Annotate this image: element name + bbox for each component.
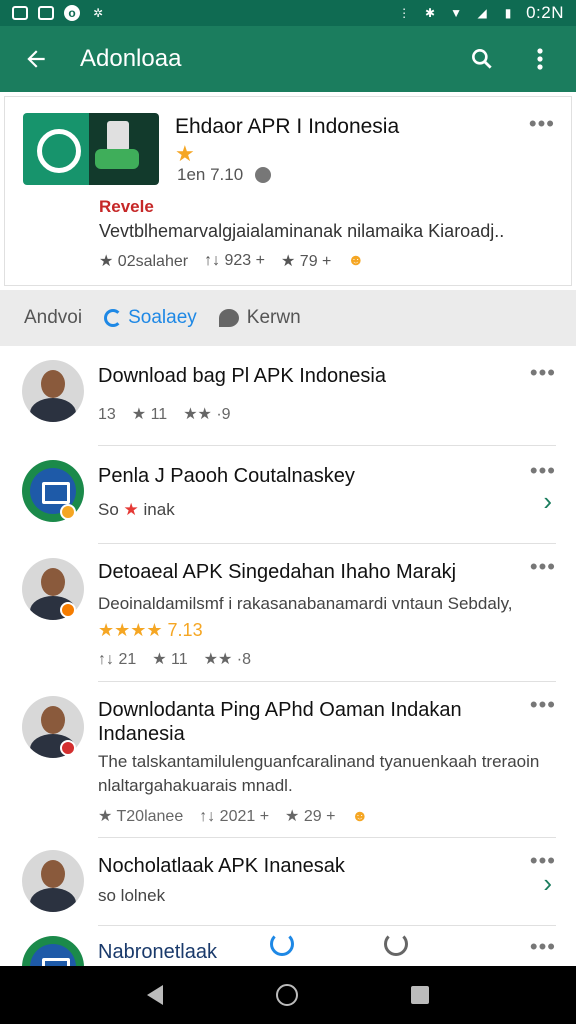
avatar [22, 850, 84, 912]
featured-tag: Revele [99, 197, 154, 216]
more-options-icon[interactable]: ••• [529, 111, 555, 137]
app-list: Download bag Pl APK Indonesia 13 ★ 11 ★★… [4, 346, 572, 998]
stat-downloads: ↑↓ 923 + [204, 252, 265, 269]
item-meta-b: ★ 11 [131, 406, 168, 423]
clock-icon[interactable] [384, 932, 408, 956]
item-title: Penla J Paooh Coutalnaskey [98, 465, 355, 487]
item-meta-c: ★★ ·9 [183, 406, 231, 423]
item-title: Downlodanta Ping APhd Oaman Indakan Inda… [98, 699, 462, 745]
featured-description: Vevtblhemarvalgjaialaminanak nilamaika K… [99, 221, 505, 241]
mail-icon [38, 6, 54, 20]
item-subtitle: so lolnek [98, 886, 166, 905]
refresh-icon [104, 309, 123, 327]
image-icon [12, 6, 28, 20]
filter-selected[interactable]: Soalaey [104, 307, 197, 329]
chevron-right-icon[interactable]: › [543, 868, 552, 899]
filter-android[interactable]: Andvoi [24, 307, 82, 329]
item-meta: ★ T20lanee ↑↓ 2021 + ★ 29 + ☻ [98, 806, 556, 828]
chat-icon [218, 309, 239, 327]
signal-icon: ⋮ [398, 6, 411, 20]
item-meta-b: ↑↓ 2021 + [199, 808, 270, 825]
stat-reviews: ★ 79 + [281, 253, 332, 270]
badge-icon [60, 740, 76, 756]
item-subtitle-prefix: So [98, 500, 119, 519]
list-item[interactable]: Penla J Paooh Coutalnaskey So ★ inak •••… [22, 446, 556, 544]
item-meta-c: ★ 29 + [285, 808, 336, 825]
cell-icon: ◢ [477, 6, 487, 20]
filter-bar: Andvoi Soalaey Kerwn [0, 290, 576, 346]
filter-chat-label: Kerwn [246, 307, 301, 328]
featured-meta-text: 1en 7.10 [177, 165, 244, 184]
list-item[interactable]: Nocholatlaak APK Inanesak so lolnek ••• … [22, 838, 556, 926]
status-right-icons: ⋮ ✱ ▼ ◢ ▮ 0:2N [396, 3, 564, 23]
nav-recent-icon[interactable] [411, 986, 430, 1004]
stat-rating: ★ 02salaher [99, 253, 189, 270]
rating-stars: ★★★★ 7.13 [98, 620, 203, 640]
nav-home-icon[interactable] [275, 984, 298, 1006]
list-item[interactable]: Downlodanta Ping APhd Oaman Indakan Inda… [22, 682, 556, 838]
item-meta-a: ↑↓ 21 [98, 651, 137, 668]
more-vert-icon[interactable] [520, 39, 560, 79]
search-icon[interactable] [462, 39, 502, 79]
item-subtitle: Deoinaldamilsmf i rakasanabanamardi vnta… [98, 594, 513, 613]
app-icon [23, 113, 159, 185]
star-icon: ★ [175, 141, 195, 166]
nav-back-icon[interactable] [146, 985, 163, 1005]
featured-title: Ehdaor APR I Indonesia [175, 115, 400, 138]
featured-app-card[interactable]: Ehdaor APR I Indonesia ★ 1en 7.10 ••• Re… [4, 96, 572, 286]
status-time: 0:2N [526, 3, 564, 22]
list-item[interactable]: Detoaeal APK Singedahan Ihaho Marakj Deo… [22, 544, 556, 682]
chevron-right-icon[interactable]: › [543, 486, 552, 517]
circle-icon: o [64, 5, 80, 21]
item-subtitle-suffix: inak [143, 500, 175, 519]
item-meta: 13 ★ 11 ★★ ·9 [98, 404, 556, 426]
badge-icon [60, 504, 76, 520]
emoji-icon: ☻ [351, 808, 369, 825]
list-item[interactable]: Download bag Pl APK Indonesia 13 ★ 11 ★★… [22, 346, 556, 446]
item-subtitle: The talskantamilulenguanfcaralinand tyan… [98, 752, 540, 795]
item-meta-b: ★ 11 [152, 651, 188, 668]
item-meta-a: ★ T20lanee [98, 808, 184, 825]
item-subtitle: So ★ inak [98, 498, 556, 522]
emoji-icon: ☻ [347, 252, 365, 269]
featured-meta: 1en 7.10 [177, 165, 272, 185]
system-nav-bar [0, 966, 576, 1024]
featured-stats: ★ 02salaher ↑↓ 923 + ★ 79 + ☻ [99, 251, 364, 271]
item-meta-c: ★★ ·8 [203, 651, 252, 668]
bluetooth-icon: ✱ [425, 6, 436, 20]
settings-icon: ✲ [92, 6, 104, 20]
item-meta: ↑↓ 21 ★ 11 ★★ ·8 [98, 649, 556, 671]
item-title: Download bag Pl APK Indonesia [98, 365, 386, 387]
avatar [22, 360, 84, 422]
back-arrow-icon[interactable] [16, 39, 56, 79]
item-title: Nocholatlaak APK Inanesak [98, 855, 345, 877]
filter-selected-label: Soalaey [128, 307, 197, 328]
more-options-icon[interactable]: ••• [530, 934, 556, 960]
wifi-icon: ▼ [450, 6, 463, 20]
item-title: Detoaeal APK Singedahan Ihaho Marakj [98, 561, 457, 583]
refresh-icon[interactable] [270, 932, 294, 956]
app-bar: Adonloaa [0, 26, 576, 92]
more-options-icon[interactable]: ••• [530, 692, 556, 718]
more-options-icon[interactable]: ••• [530, 458, 556, 484]
status-bar: o ✲ ⋮ ✱ ▼ ◢ ▮ 0:2N [0, 0, 576, 26]
more-options-icon[interactable]: ••• [530, 360, 556, 386]
item-meta-a: 13 [98, 406, 116, 423]
badge-icon [60, 602, 76, 618]
star-icon: ★ [123, 500, 139, 519]
page-title: Adonloaa [80, 45, 182, 72]
more-options-icon[interactable]: ••• [530, 554, 556, 580]
filter-chat[interactable]: Kerwn [218, 307, 301, 329]
status-left-icons: o ✲ [12, 5, 106, 21]
globe-icon [255, 167, 272, 183]
battery-icon: ▮ [504, 6, 512, 20]
floating-actions [270, 932, 408, 956]
